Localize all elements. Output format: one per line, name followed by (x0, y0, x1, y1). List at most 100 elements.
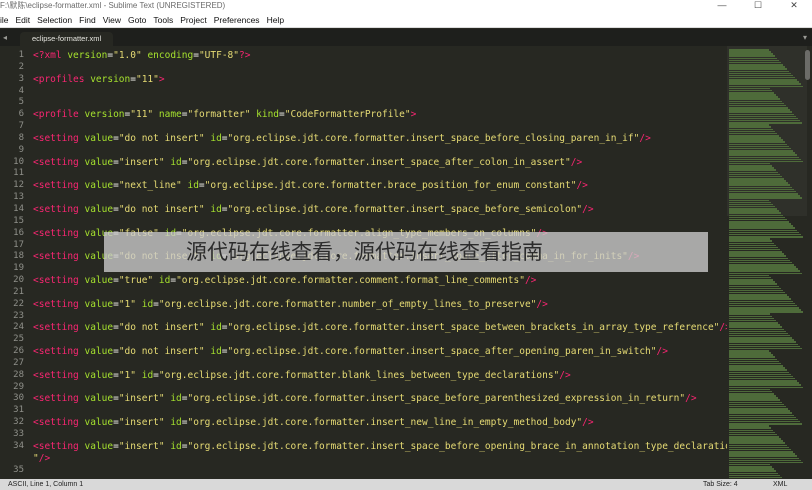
code-token: /> (570, 156, 583, 168)
menu-view[interactable]: View (99, 12, 124, 27)
code-token: /> (576, 180, 588, 192)
code-token: <?xml (33, 50, 62, 61)
code-line: <setting value="insert" id="org.eclipse.… (33, 441, 727, 453)
line-number: 7 (18, 121, 24, 132)
code-token: /> (38, 452, 51, 464)
code-line: <setting value="do not insert" id="org.e… (33, 204, 727, 216)
code-token: /> (559, 369, 571, 381)
line-number: 33 (13, 429, 24, 439)
menu-bar: ile Edit Selection Find View Goto Tools … (0, 12, 812, 28)
code-token: value (78, 180, 114, 192)
menu-preferences[interactable]: Preferences (210, 12, 263, 27)
line-number: 24 (13, 322, 24, 333)
line-number: 5 (18, 97, 24, 108)
code-token: "insert" (118, 156, 165, 168)
code-token: value (78, 298, 114, 310)
menu-selection[interactable]: Selection (34, 12, 76, 27)
tab-scroll-left-icon[interactable]: ◂ (0, 29, 10, 46)
menu-find[interactable]: Find (76, 12, 100, 27)
code-token: "do not insert" (118, 203, 205, 215)
menu-goto[interactable]: Goto (124, 12, 149, 27)
code-line: <profiles version="11"> (33, 74, 727, 86)
code-token: /> (524, 275, 537, 287)
menu-edit[interactable]: Edit (12, 12, 34, 27)
line-number: 3 (18, 73, 24, 84)
code-token: id (181, 180, 199, 192)
code-token: <setting (33, 322, 79, 334)
code-token: id (164, 440, 182, 452)
code-line: <setting value="insert" id="org.eclipse.… (33, 157, 727, 169)
line-number: 12 (13, 180, 24, 191)
line-number: 8 (18, 132, 24, 143)
code-token: "org.eclipse.jdt.core.formatter.brace_po… (204, 180, 577, 192)
line-number: 19 (13, 263, 24, 274)
code-token: /> (639, 132, 651, 144)
status-syntax[interactable]: XML (773, 479, 787, 490)
code-token: value (78, 393, 114, 405)
minimap[interactable] (727, 46, 812, 479)
vertical-scrollbar[interactable] (805, 50, 810, 80)
code-token: "true" (118, 275, 154, 287)
title-bar: F:\默陈\eclipse-formatter.xml - Sublime Te… (0, 0, 812, 12)
maximize-button[interactable]: ☐ (740, 0, 776, 12)
close-button[interactable]: ✕ (776, 0, 812, 12)
menu-tools[interactable]: Tools (150, 12, 177, 27)
code-line: <setting value="do not insert" id="org.e… (33, 322, 727, 334)
tab-eclipse-formatter[interactable]: eclipse-formatter.xml (20, 32, 114, 46)
code-token: /> (582, 417, 594, 429)
code-token: id (204, 322, 222, 334)
code-token: ?> (238, 50, 251, 61)
menu-project[interactable]: Project (177, 12, 210, 27)
line-number: 28 (13, 369, 24, 380)
tab-list-icon[interactable]: ▾ (800, 29, 810, 46)
line-number: 4 (18, 85, 24, 96)
code-token: "org.eclipse.jdt.core.formatter.insert_n… (187, 417, 583, 429)
code-token: "org.eclipse.jdt.core.formatter.insert_s… (187, 393, 686, 405)
code-token: <setting (33, 393, 79, 405)
line-number: 35 (13, 464, 24, 475)
window-title: F:\默陈\eclipse-formatter.xml - Sublime Te… (0, 1, 226, 10)
line-number: 23 (13, 310, 24, 321)
watermark-text: 源代码在线查看，源代码在线查看指南 (186, 240, 543, 264)
code-token: <profiles (33, 73, 85, 85)
menu-file[interactable]: ile (0, 12, 12, 27)
code-token: <setting (33, 203, 79, 215)
line-number: 9 (18, 144, 24, 155)
line-number: 15 (13, 215, 24, 226)
code-token: "org.eclipse.jdt.core.formatter.comment.… (176, 275, 525, 287)
status-tab-size[interactable]: Tab Size: 4 (703, 479, 738, 490)
code-token: value (78, 132, 114, 144)
code-line: <profile version="11" name="formatter" k… (33, 109, 727, 121)
code-token: <setting (33, 132, 79, 144)
code-token: <setting (33, 180, 79, 192)
code-token: id (164, 156, 182, 168)
line-number: 27 (13, 357, 24, 368)
code-token: <setting (33, 346, 79, 358)
code-token: <setting (33, 369, 79, 381)
minimize-button[interactable]: — (704, 0, 740, 12)
code-token: id (204, 203, 222, 215)
code-token: value (78, 417, 114, 429)
line-number: 16 (13, 227, 24, 238)
line-number: 21 (13, 286, 24, 297)
code-token: id (164, 417, 182, 429)
line-number: 31 (13, 405, 24, 416)
line-number: 26 (13, 346, 24, 357)
code-token: id (164, 393, 182, 405)
code-token: id (153, 275, 171, 287)
code-token: <setting (33, 275, 79, 287)
code-token: "org.eclipse.jdt.core.formatter.number_o… (158, 298, 537, 310)
code-token: /> (719, 322, 727, 334)
menu-help[interactable]: Help (263, 12, 287, 27)
code-token: value (78, 156, 114, 168)
